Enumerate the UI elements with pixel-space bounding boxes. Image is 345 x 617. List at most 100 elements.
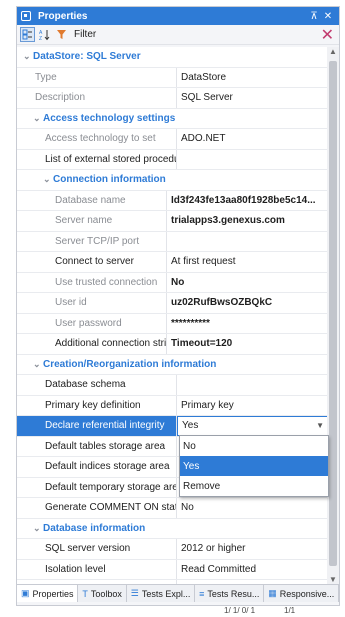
category-header[interactable]: ⌄ Connection information xyxy=(17,170,329,191)
property-row[interactable]: Server TCP/IP port xyxy=(17,231,329,252)
property-row[interactable]: User password ********** xyxy=(17,313,329,334)
category-header[interactable]: ⌄ Database information xyxy=(17,518,329,539)
property-row[interactable]: Connect to server At first request xyxy=(17,252,329,273)
chevron-down-icon[interactable]: ⌄ xyxy=(33,523,43,534)
title-bar: Properties ⊼ ✕ xyxy=(17,7,339,25)
categorized-icon[interactable] xyxy=(20,27,35,42)
property-value[interactable]: ADO.NET xyxy=(177,133,329,144)
property-value-text: trialapps3.genexus.com xyxy=(171,215,285,227)
dropdown-option[interactable]: Yes xyxy=(180,456,328,476)
property-name: Generate COMMENT ON statements xyxy=(17,498,177,518)
close-icon[interactable]: ✕ xyxy=(321,11,335,22)
property-row[interactable]: Primary key definition Primary key xyxy=(17,395,329,416)
category-label: DataStore: SQL Server xyxy=(33,51,141,63)
property-value[interactable]: SQL Server xyxy=(177,92,329,103)
property-row[interactable]: Generate COMMENT ON statements No xyxy=(17,498,329,519)
tab-label: Responsive... xyxy=(279,588,335,599)
category-label: Access technology settings xyxy=(43,112,176,124)
status-count: 1/1 xyxy=(284,606,296,615)
scroll-thumb[interactable] xyxy=(329,61,337,566)
chevron-down-icon[interactable]: ⌄ xyxy=(43,174,53,185)
property-row[interactable]: Database name Id3f243fe13aa80f1928be5c14.… xyxy=(17,190,329,211)
filter-label[interactable]: Filter xyxy=(74,29,96,40)
property-row[interactable]: Use trusted connection No xyxy=(17,272,329,293)
tab-properties[interactable]: ▣ Properties xyxy=(17,585,79,602)
property-name: Server name xyxy=(17,211,167,231)
property-value[interactable]: Timeout=120 xyxy=(167,338,329,349)
property-value[interactable]: Yes ▼ xyxy=(177,416,329,436)
category-label: Creation/Reorganization information xyxy=(43,358,217,370)
scroll-down-icon[interactable]: ▼ xyxy=(327,575,339,584)
category-header[interactable]: ⌄ Creation/Reorganization information xyxy=(17,354,329,375)
pin-icon[interactable]: ⊼ xyxy=(307,11,321,22)
category-label: Connection information xyxy=(53,174,166,186)
property-value[interactable]: Read Committed xyxy=(177,564,329,575)
property-row[interactable]: Type DataStore xyxy=(17,67,329,88)
property-value[interactable]: ********** xyxy=(167,318,329,329)
tab-label: Toolbox xyxy=(90,588,122,599)
tab-responsive[interactable]: ▦ Responsive... xyxy=(264,585,340,602)
tab-tests-explorer[interactable]: ☰ Tests Expl... xyxy=(127,585,196,602)
tests-results-icon: ≡ xyxy=(199,588,205,599)
property-row[interactable]: Server name trialapps3.genexus.com xyxy=(17,211,329,232)
property-value[interactable]: DataStore xyxy=(177,72,329,83)
tests-explorer-icon: ☰ xyxy=(130,588,139,598)
chevron-down-icon[interactable]: ⌄ xyxy=(33,359,43,370)
property-value[interactable]: Id3f243fe13aa80f1928be5c14... xyxy=(167,195,329,206)
property-value[interactable]: trialapps3.genexus.com xyxy=(167,215,329,226)
property-row[interactable]: SQL server version 2012 or higher xyxy=(17,539,329,560)
property-row[interactable]: Additional connection string attributes T… xyxy=(17,334,329,355)
scroll-up-icon[interactable]: ▲ xyxy=(327,47,339,59)
property-name: Additional connection string attributes xyxy=(17,334,167,354)
chevron-down-icon[interactable]: ⌄ xyxy=(33,113,43,124)
property-value-text: No xyxy=(171,276,185,288)
responsive-icon: ▦ xyxy=(268,588,277,598)
chevron-down-icon[interactable]: ⌄ xyxy=(23,51,33,62)
property-value[interactable]: Primary key xyxy=(177,400,329,411)
property-value[interactable]: No xyxy=(167,277,329,288)
dropdown-arrow-icon[interactable]: ▼ xyxy=(316,421,324,430)
tab-label: Tests Resu... xyxy=(207,588,260,599)
property-name: Type xyxy=(17,67,177,87)
tab-tests-results[interactable]: ≡ Tests Resu... xyxy=(195,585,265,602)
dropdown-option[interactable]: No xyxy=(180,436,328,456)
property-name: Default indices storage area xyxy=(17,457,177,477)
property-name: User id xyxy=(17,293,167,313)
dropdown-option[interactable]: Remove xyxy=(180,476,328,496)
property-row[interactable]: Access technology to set ADO.NET xyxy=(17,129,329,150)
property-value[interactable]: 2012 or higher xyxy=(177,543,329,554)
property-value[interactable]: uz02RufBwsOZBQkC xyxy=(167,297,329,308)
tab-label: Properties xyxy=(32,588,74,599)
tab-label: Tests Expl... xyxy=(141,588,191,599)
property-row[interactable]: List of external stored procedures xyxy=(17,149,329,170)
clear-filter-icon[interactable]: ✕ xyxy=(321,27,334,45)
property-value-text: ********** xyxy=(171,317,210,329)
property-value[interactable]: No xyxy=(177,502,329,513)
property-grid: ⌄ DataStore: SQL Server Type DataStore Descr… xyxy=(17,47,329,584)
property-row[interactable]: Isolation level Read Committed xyxy=(17,559,329,580)
property-name: Default temporary storage area xyxy=(17,477,177,497)
svg-text:Z: Z xyxy=(39,36,42,41)
filter-icon[interactable] xyxy=(54,27,69,42)
referential-integrity-dropdown-list[interactable]: No Yes Remove xyxy=(179,435,329,497)
property-value-text: SQL Server xyxy=(181,92,233,104)
window-title: Properties xyxy=(38,10,88,22)
property-row[interactable]: Database schema xyxy=(17,375,329,396)
property-value-text: Timeout=120 xyxy=(171,338,233,350)
tab-toolbox[interactable]: T Toolbox xyxy=(78,585,127,602)
alphabetical-sort-icon[interactable]: AZ xyxy=(37,27,52,42)
property-value-text: At first request xyxy=(171,256,236,268)
property-row[interactable]: Description SQL Server xyxy=(17,88,329,109)
property-value[interactable]: At first request xyxy=(167,256,329,267)
properties-icon: ▣ xyxy=(21,588,30,598)
property-row[interactable]: Declare referential integrity Yes ▼ xyxy=(17,416,329,437)
vertical-scrollbar[interactable]: ▲ ▼ xyxy=(327,47,339,584)
properties-window: Properties ⊼ ✕ AZ Filter ✕ ⌄ DataStore: S… xyxy=(16,6,340,606)
property-name: User password xyxy=(17,313,167,333)
property-name: Database schema xyxy=(17,375,177,395)
property-name: Use trusted connection xyxy=(17,272,167,292)
category-header[interactable]: ⌄ Access technology settings xyxy=(17,108,329,129)
category-header[interactable]: ⌄ DataStore: SQL Server xyxy=(17,47,329,68)
property-row[interactable]: User id uz02RufBwsOZBQkC xyxy=(17,293,329,314)
status-position: 1/ 1/ 0/ 1 xyxy=(224,606,256,615)
